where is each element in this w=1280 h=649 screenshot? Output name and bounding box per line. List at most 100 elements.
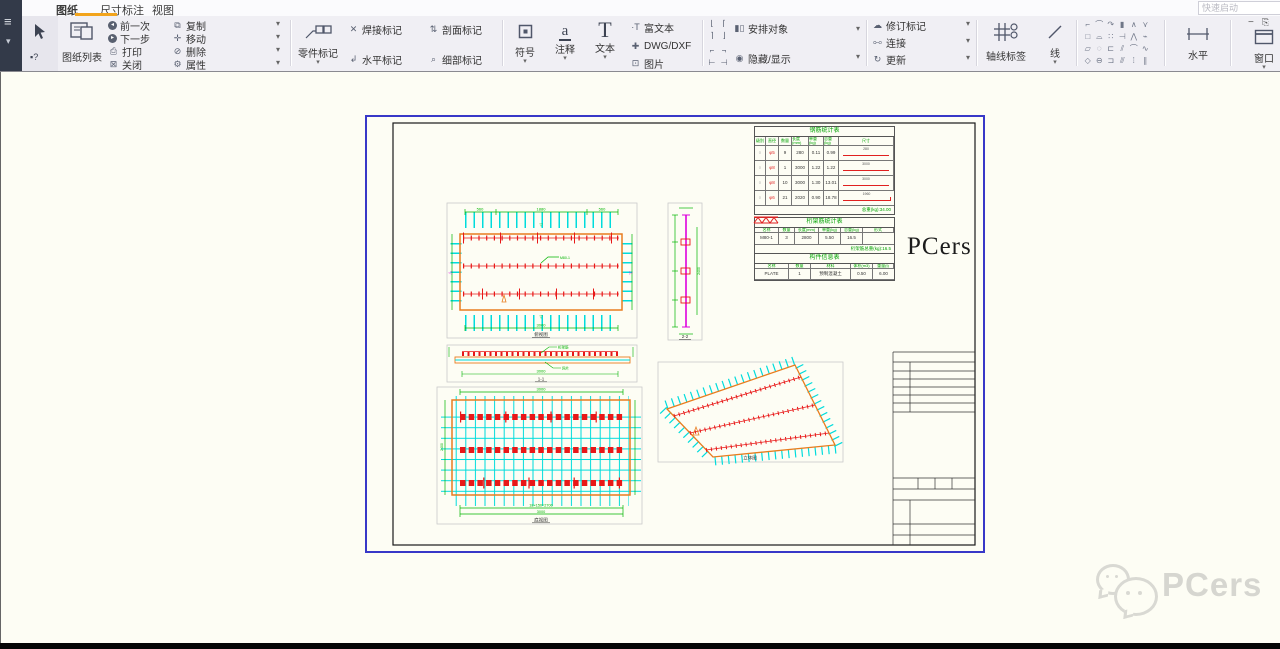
arrange-icon[interactable]: ⊣	[718, 57, 730, 69]
table-cell: 13.01	[824, 176, 839, 191]
dropdown-caret[interactable]: ▾	[506, 59, 544, 64]
sketch-shape-icon[interactable]: ↷	[1105, 19, 1117, 31]
text-button[interactable]: T 文本 ▾	[586, 19, 624, 60]
image-button[interactable]: ⊡ 图片	[630, 57, 664, 69]
sketch-shape-icon[interactable]: ∿	[1140, 43, 1152, 55]
dropdown-caret[interactable]: ▾	[546, 56, 584, 61]
select-arrow-icon[interactable]	[33, 24, 46, 40]
dropdown-caret[interactable]: ▾	[966, 36, 970, 45]
section-view[interactable]: 桁架筋 网片 3000 1-1	[447, 345, 637, 383]
sketch-shape-icon[interactable]: ⁞	[1128, 55, 1140, 67]
dropdown-caret[interactable]: ▾	[276, 32, 280, 41]
sketch-shape-icon[interactable]: ⊏	[1105, 43, 1117, 55]
symbol-button[interactable]: 符号 ▾	[506, 24, 544, 64]
arrange-icon[interactable]: ⌈	[718, 18, 730, 30]
revision-mark-button[interactable]: ☁ 修订标记	[872, 19, 926, 31]
window-button[interactable]: 窗口 ▾	[1242, 29, 1280, 70]
hide-show-button[interactable]: ◉ 隐藏/显示	[734, 52, 791, 64]
sketch-shape-icon[interactable]: ▮	[1117, 19, 1129, 31]
dropdown-caret[interactable]: ▾	[1040, 60, 1070, 65]
sketch-shape-icon[interactable]: ⌒	[1094, 19, 1106, 31]
drawing-sheet[interactable]: 560 1880 560 3000 M80-1 ▽ ▽ ◁ ▷ 俯视图	[365, 115, 985, 553]
dropdown-caret[interactable]: ▾	[294, 60, 342, 65]
section-mark-button[interactable]: ⇅ 剖面标记	[428, 23, 482, 35]
next-button[interactable]: ▸ 下一步	[108, 32, 150, 44]
sketch-shape-icon[interactable]: ◇	[1082, 55, 1094, 67]
sketch-shape-icon[interactable]: ⋎	[1140, 19, 1152, 31]
sketch-shape-icon[interactable]: ⌒	[1128, 43, 1140, 55]
grid-label-button[interactable]: 轴线标签	[980, 21, 1032, 63]
dropdown-caret[interactable]: ▾	[856, 24, 860, 33]
update-button[interactable]: ↻ 更新	[872, 53, 906, 65]
quick-launch-input[interactable]	[1198, 1, 1280, 15]
print-button[interactable]: ⎙ 打印	[108, 45, 142, 57]
table-cell: 1	[789, 269, 811, 280]
dropdown-caret[interactable]: ▾	[966, 19, 970, 28]
isometric-view[interactable]: 立体图	[658, 361, 843, 462]
previous-button[interactable]: ◂ 前一次	[108, 19, 150, 31]
link-button[interactable]: ⧟ 连接	[872, 36, 906, 48]
copy-button[interactable]: ⧉ 复制	[172, 19, 206, 31]
magnifier-icon: ⌕	[428, 54, 439, 64]
weld-icon: ✕	[348, 24, 359, 34]
dropdown-caret[interactable]: ▾	[586, 55, 624, 60]
tab-views[interactable]: 视图	[152, 2, 174, 18]
detail-mark-button[interactable]: ⌕ 细部标记	[428, 53, 482, 65]
sketch-shape-icon[interactable]: ⫻	[1117, 55, 1129, 67]
dropdown-caret[interactable]: ▾	[1242, 65, 1280, 70]
arrange-icon[interactable]: ⌊	[706, 18, 718, 30]
part-mark-button[interactable]: 零件标记 ▾	[294, 22, 342, 65]
ribbon-minimize-icon[interactable]: −	[1248, 17, 1254, 28]
dropdown-caret[interactable]: ▾	[276, 19, 280, 28]
hamburger-menu-icon[interactable]: ≡	[4, 14, 12, 29]
inquire-tool-icon[interactable]: ▪?	[30, 52, 38, 62]
move-button[interactable]: ✛ 移动	[172, 32, 206, 44]
weld-mark-button[interactable]: ✕ 焊接标记	[348, 23, 402, 35]
sketch-shape-icon[interactable]: ⊣	[1117, 31, 1129, 43]
horizontal-dimension-button[interactable]: 水平	[1172, 26, 1224, 62]
rich-text-button[interactable]: ·T 富文本	[630, 21, 674, 33]
arrange-icon[interactable]: ¬	[718, 45, 730, 57]
side-section-view[interactable]: 2400 2-2	[668, 203, 702, 340]
arrange-icon[interactable]: ⌉	[706, 30, 718, 42]
sketch-shape-icon[interactable]: □	[1082, 31, 1094, 43]
dropdown-caret[interactable]: ▾	[276, 58, 280, 67]
ribbon-keep-open-icon[interactable]: ⎘	[1262, 17, 1269, 28]
table-cell: 5.50	[819, 233, 841, 245]
sketch-shape-icon[interactable]: ∥	[1140, 55, 1152, 67]
sketch-shape-icon[interactable]: ◌	[1094, 43, 1106, 55]
sketch-shape-icon[interactable]: ⌓	[1094, 31, 1106, 43]
line-button[interactable]: 线 ▾	[1040, 24, 1070, 65]
dropdown-caret[interactable]: ▾	[856, 52, 860, 61]
sketch-shape-icon[interactable]: ▱	[1082, 43, 1094, 55]
close-button[interactable]: ⊠ 关闭	[108, 58, 142, 70]
rail-caret-icon[interactable]: ▾	[6, 36, 11, 47]
delete-button[interactable]: ⊘ 删除	[172, 45, 206, 57]
text-T-icon: T	[586, 19, 624, 40]
arrange-icon[interactable]: ⌐	[706, 45, 718, 57]
dropdown-caret[interactable]: ▾	[276, 45, 280, 54]
sketch-shape-icon[interactable]: ∧	[1128, 19, 1140, 31]
level-mark-button[interactable]: ↲ 水平标记	[348, 53, 402, 65]
sketch-shape-icon[interactable]: ⊖	[1094, 55, 1106, 67]
arrange-objects-button[interactable]: ▮▯ 安排对象	[734, 22, 788, 34]
sketch-shape-icon[interactable]: ⌐	[1082, 19, 1094, 31]
note-button[interactable]: a 注释 ▾	[546, 22, 584, 61]
dropdown-caret[interactable]: ▾	[966, 53, 970, 62]
properties-button[interactable]: ⚙ 属性	[172, 58, 206, 70]
select-tool-panel: ▪?	[22, 16, 58, 71]
sketch-shape-icon[interactable]: ⌁	[1140, 31, 1152, 43]
table-cell: 单重(kg)	[809, 137, 824, 146]
table-cell: φ6	[766, 191, 779, 206]
sketch-shape-icon[interactable]: ⫽	[1117, 43, 1129, 55]
sketch-shape-icon[interactable]: ∷	[1105, 31, 1117, 43]
plan-view[interactable]: 560 1880 560 3000 M80-1 ▽ ▽ ◁ ▷ 俯视图	[447, 203, 637, 338]
dwg-dxf-button[interactable]: ✚ DWG/DXF	[630, 40, 691, 52]
arrange-icon[interactable]: ⌋	[718, 30, 730, 42]
bottom-view[interactable]: 3000 2400 18×150=2700 3000 底视图	[437, 387, 642, 525]
arrange-icon[interactable]: ⊢	[706, 57, 718, 69]
sketch-shape-icon[interactable]: ⊐	[1105, 55, 1117, 67]
close-icon: ⊠	[108, 59, 119, 69]
drawing-list-button[interactable]: 图纸列表	[62, 20, 102, 64]
sketch-shape-icon[interactable]: ⋀	[1128, 31, 1140, 43]
